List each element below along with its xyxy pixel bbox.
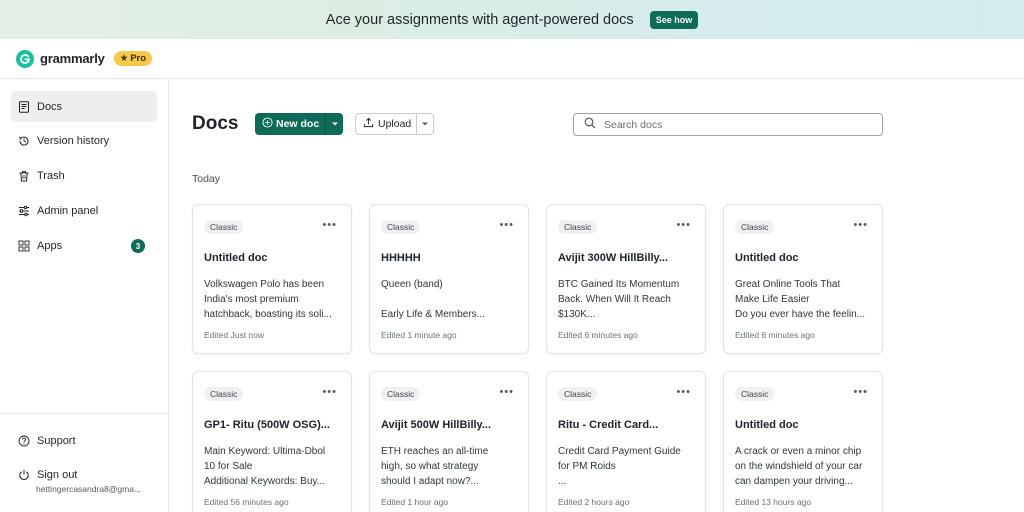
doc-type-tag: Classic [381,387,421,401]
doc-title: HHHHH [381,252,421,264]
doc-type-tag: Classic [204,387,244,401]
star-icon: ★ [119,53,129,64]
doc-snippet: Queen (band) Early Life & Members... [381,279,485,320]
sidebar: Docs Version history Trash Admin panel A… [0,79,169,512]
sidebar-item-label: Admin panel [37,204,99,217]
doc-snippet: Credit Card Payment Guide for PM Roids .… [558,446,681,487]
doc-card[interactable]: Classic ••• Avijit 500W HillBilly... ETH… [369,371,529,512]
doc-card[interactable]: Classic ••• GP1- Ritu (500W OSG)... Main… [192,371,352,512]
help-icon [18,435,30,447]
power-icon [18,469,30,481]
pro-badge[interactable]: ★ Pro [113,51,153,66]
brand-name[interactable]: grammarly [40,51,105,66]
doc-edited-time: Edited 13 hours ago [735,497,812,507]
sidebar-item-label: Version history [37,134,110,147]
doc-type-tag: Classic [204,220,244,234]
doc-title: Untitled doc [204,252,268,264]
doc-snippet: A crack or even a minor chip on the wind… [735,446,863,487]
doc-snippet: Great Online Tools That Make Life Easier… [735,279,866,320]
sidebar-item-label: Support [37,434,76,447]
doc-card[interactable]: Classic ••• Untitled doc A crack or even… [723,371,883,512]
plus-circle-icon [262,117,273,131]
doc-card[interactable]: Classic ••• HHHHH Queen (band) Early Lif… [369,204,529,354]
sidebar-item-apps[interactable]: Apps 3 [11,230,157,261]
doc-snippet: Main Keyword: Ultima-Dbol 10 for Sale Ad… [204,446,326,487]
search-box [573,113,883,136]
more-options-icon[interactable]: ••• [499,219,514,231]
search-icon [584,116,596,134]
doc-edited-time: Edited 2 hours ago [558,497,630,507]
trash-icon [18,170,30,182]
sidebar-item-admin-panel[interactable]: Admin panel [11,195,157,226]
doc-card[interactable]: Classic ••• Untitled doc Great Online To… [723,204,883,354]
caret-down-icon [331,118,339,130]
sidebar-item-trash[interactable]: Trash [11,160,157,191]
upload-label: Upload [378,118,412,130]
top-bar: grammarly ★ Pro [0,39,1024,79]
doc-title: Untitled doc [735,419,799,431]
upload-dropdown[interactable] [417,114,433,134]
new-doc-button[interactable]: New doc [255,113,326,135]
sliders-icon [18,205,30,217]
doc-edited-time: Edited 1 minute ago [381,330,457,340]
doc-title: Avijit 500W HillBilly... [381,419,492,431]
doc-card[interactable]: Classic ••• Untitled doc Volkswagen Polo… [192,204,352,354]
doc-title: GP1- Ritu (500W OSG)... [204,419,330,431]
search-input[interactable] [604,118,864,131]
new-doc-label: New doc [276,118,320,130]
upload-icon [363,117,374,131]
apps-count-badge: 3 [131,239,145,253]
history-icon [18,135,30,147]
doc-edited-time: Edited 6 minutes ago [558,330,638,340]
docs-icon [18,100,30,113]
sidebar-item-docs[interactable]: Docs [11,91,157,122]
apps-grid-icon [18,240,30,252]
doc-edited-time: Edited 1 hour ago [381,497,449,507]
grammarly-logo-icon[interactable] [16,49,34,68]
promo-banner: Ace your assignments with agent-powered … [0,0,1024,39]
section-label-today: Today [192,173,221,185]
doc-card[interactable]: Classic ••• Ritu - Credit Card... Credit… [546,371,706,512]
doc-edited-time: Edited 56 minutes ago [204,497,289,507]
doc-type-tag: Classic [558,387,598,401]
doc-type-tag: Classic [735,387,775,401]
caret-down-icon [421,118,429,130]
sidebar-item-label: Apps [37,239,63,252]
see-how-button[interactable]: See how [649,10,699,29]
doc-type-tag: Classic [381,220,421,234]
new-doc-button-group: New doc [255,113,343,135]
doc-snippet: ETH reaches an all-time high, so what st… [381,446,489,487]
sidebar-divider [0,413,169,414]
new-doc-dropdown[interactable] [326,113,343,135]
sidebar-item-label: Trash [37,169,65,182]
doc-edited-time: Edited Just now [204,330,265,340]
doc-snippet: Volkswagen Polo has been India's most pr… [204,279,332,320]
more-options-icon[interactable]: ••• [853,386,868,398]
more-options-icon[interactable]: ••• [322,386,337,398]
doc-title: Untitled doc [735,252,799,264]
more-options-icon[interactable]: ••• [676,386,691,398]
more-options-icon[interactable]: ••• [499,386,514,398]
more-options-icon[interactable]: ••• [853,219,868,231]
banner-text: Ace your assignments with agent-powered … [325,11,634,28]
plan-label: Pro [130,53,147,64]
upload-button[interactable]: Upload [356,114,418,134]
more-options-icon[interactable]: ••• [676,219,691,231]
sidebar-item-version-history[interactable]: Version history [11,125,157,156]
doc-type-tag: Classic [735,220,775,234]
account-email: hettingercasandra8@gma... [36,484,142,494]
sidebar-item-label: Docs [37,100,63,113]
doc-snippet: BTC Gained Its Momentum Back. When Will … [558,279,680,320]
sidebar-item-support[interactable]: Support [11,425,157,456]
page-title: Docs [192,113,239,134]
doc-title: Avijit 300W HillBilly... [558,252,669,264]
doc-title: Ritu - Credit Card... [558,419,659,431]
upload-button-group: Upload [355,113,434,135]
doc-card[interactable]: Classic ••• Avijit 300W HillBilly... BTC… [546,204,706,354]
doc-edited-time: Edited 6 minutes ago [735,330,815,340]
sidebar-item-label: Sign out [37,468,78,481]
doc-type-tag: Classic [558,220,598,234]
more-options-icon[interactable]: ••• [322,219,337,231]
